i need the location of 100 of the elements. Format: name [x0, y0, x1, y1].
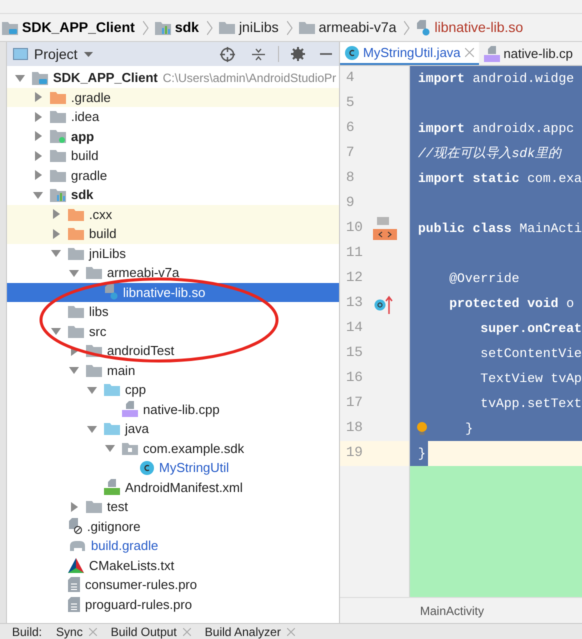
- collapse-arrow-icon[interactable]: [69, 365, 79, 376]
- item-label: libs: [89, 303, 109, 321]
- item-label: armeabi-v7a: [107, 264, 180, 282]
- expand-arrow-icon[interactable]: [33, 170, 43, 180]
- locate-icon[interactable]: [220, 46, 235, 62]
- tree-item[interactable]: proguard-rules.pro: [7, 594, 339, 614]
- tree-item[interactable]: com.example.sdk: [7, 438, 339, 458]
- build-tab[interactable]: Build Output: [110, 624, 191, 639]
- expand-arrow-icon[interactable]: [51, 209, 61, 220]
- tree-item[interactable]: main: [7, 360, 339, 380]
- folder-icon: [104, 383, 120, 396]
- collapse-arrow-icon[interactable]: [69, 268, 79, 278]
- line-number: 10: [345, 219, 364, 238]
- code-text: protected void o: [448, 294, 574, 313]
- settings-icon[interactable]: [291, 47, 305, 61]
- close-icon[interactable]: [182, 628, 191, 636]
- close-icon[interactable]: [286, 628, 295, 636]
- expand-arrow-icon[interactable]: [33, 92, 43, 102]
- collapse-arrow-icon[interactable]: [105, 443, 115, 454]
- tree-item[interactable]: CMakeLists.txt: [7, 556, 339, 575]
- expand-arrow-icon[interactable]: [33, 131, 43, 142]
- tree-item[interactable]: libnative-lib.so: [7, 282, 339, 302]
- collapse-all-icon[interactable]: [251, 46, 266, 62]
- line-number: 16: [345, 369, 364, 388]
- collapse-arrow-icon[interactable]: [15, 72, 25, 83]
- tree-item[interactable]: AndroidManifest.xml: [7, 478, 339, 497]
- tree-item[interactable]: gradle: [7, 166, 339, 185]
- item-label: java: [125, 420, 149, 438]
- tree-item[interactable]: cpp: [7, 380, 339, 400]
- breadcrumb-item[interactable]: jniLibs: [218, 17, 293, 38]
- tree-item[interactable]: armeabi-v7a: [7, 263, 339, 282]
- lightbulb-icon[interactable]: [416, 422, 428, 436]
- collapse-arrow-icon[interactable]: [87, 384, 97, 395]
- folder-icon: [298, 21, 315, 34]
- tree-item[interactable]: build: [7, 224, 339, 244]
- code-text: import androidx.appc: [418, 120, 574, 138]
- item-label: .idea: [71, 108, 100, 126]
- item-label: .gitignore: [87, 518, 140, 536]
- project-view-dropdown[interactable]: Project: [34, 44, 93, 64]
- tree-item[interactable]: native-lib.cpp: [7, 400, 339, 419]
- tree-item[interactable]: build.gradle: [7, 536, 339, 556]
- item-label: MyStringUtil: [159, 459, 230, 477]
- tree-item[interactable]: libs: [7, 302, 339, 322]
- collapse-arrow-icon[interactable]: [87, 424, 97, 434]
- tree-item[interactable]: .idea: [7, 107, 339, 126]
- collapse-arrow-icon[interactable]: [51, 248, 61, 258]
- folder-icon: [86, 364, 102, 377]
- tree-item[interactable]: androidTest: [7, 341, 339, 360]
- tree-item[interactable]: sdk: [7, 185, 339, 204]
- code-text: super.onCreat: [479, 320, 582, 338]
- collapse-arrow-icon[interactable]: [51, 326, 61, 336]
- item-label: build: [71, 147, 98, 165]
- code-text: setContentVie: [479, 344, 582, 363]
- item-label: gradle: [71, 166, 108, 185]
- item-label: native-lib.cpp: [143, 400, 220, 419]
- tree-item[interactable]: MyStringUtil: [7, 458, 339, 478]
- item-label: com.example.sdk: [143, 440, 244, 458]
- code-text: tvApp.setText: [479, 394, 582, 413]
- editor-tab[interactable]: native-lib.cp: [478, 42, 578, 65]
- folder-icon: [50, 168, 66, 182]
- breadcrumb-item[interactable]: sdk: [154, 17, 213, 38]
- tree-item[interactable]: .gitignore: [7, 516, 339, 536]
- breadcrumb-item[interactable]: libnative-lib.so: [416, 17, 524, 38]
- class-icon: [345, 46, 359, 60]
- line-number: 15: [345, 344, 364, 363]
- folder-icon: [86, 500, 102, 514]
- expand-arrow-icon[interactable]: [33, 150, 43, 161]
- item-label: .gradle: [71, 88, 111, 107]
- editor-breadcrumb[interactable]: MainActivity: [420, 602, 484, 620]
- close-icon[interactable]: [464, 48, 474, 57]
- module-folder-icon: [154, 20, 171, 34]
- folder-icon: [68, 208, 84, 221]
- close-icon[interactable]: [88, 628, 97, 636]
- code-comment: //现在可以导入sdk里的: [418, 144, 562, 163]
- tree-item[interactable]: app: [7, 126, 339, 146]
- class-marker-icon[interactable]: [373, 216, 397, 240]
- breadcrumb-item[interactable]: SDK_APP_Client: [2, 17, 149, 38]
- tree-item[interactable]: java: [7, 419, 339, 438]
- expand-arrow-icon[interactable]: [69, 502, 79, 512]
- editor-tab[interactable]: MyStringUtil.java: [340, 42, 479, 65]
- tree-item[interactable]: consumer-rules.pro: [7, 575, 339, 594]
- item-label: jniLibs: [89, 244, 126, 263]
- window-icon: [13, 48, 28, 60]
- manifest-file-icon: [104, 479, 120, 496]
- collapse-arrow-icon[interactable]: [33, 190, 43, 200]
- build-label: Build:: [12, 624, 42, 639]
- expand-arrow-icon[interactable]: [51, 228, 61, 239]
- line-number: 18: [345, 419, 364, 438]
- tree-item[interactable]: build: [7, 146, 339, 166]
- expand-arrow-icon[interactable]: [33, 112, 43, 122]
- tree-item[interactable]: test: [7, 497, 339, 516]
- tree-item[interactable]: .cxx: [7, 204, 339, 224]
- tree-item[interactable]: src: [7, 322, 339, 341]
- tree-item[interactable]: SDK_APP_Client C:\Users\admin\AndroidStudioPr: [7, 68, 339, 88]
- line-number: 17: [345, 394, 364, 413]
- build-tab[interactable]: Build Analyzer: [204, 624, 295, 639]
- build-tab[interactable]: Sync: [56, 624, 97, 639]
- tree-item[interactable]: jniLibs: [7, 244, 339, 263]
- tree-item[interactable]: .gradle: [7, 88, 339, 107]
- breadcrumb-item[interactable]: armeabi-v7a: [298, 17, 410, 38]
